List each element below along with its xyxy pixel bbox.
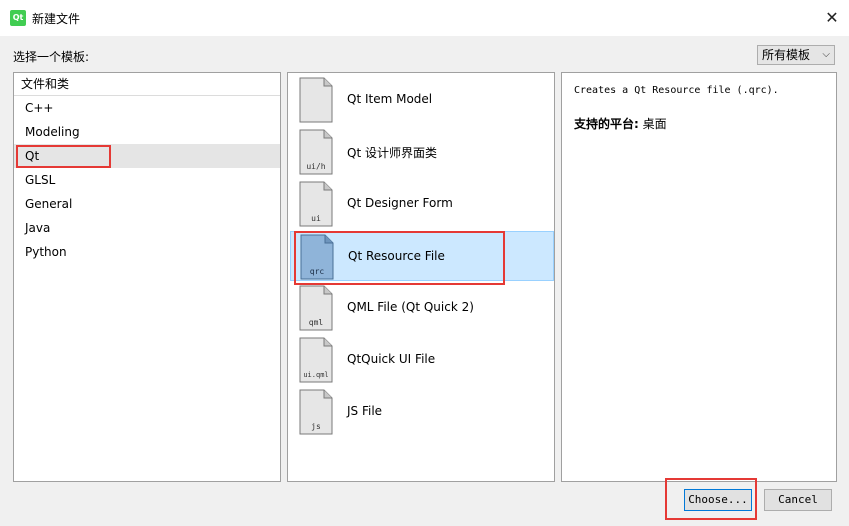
template-description: Creates a Qt Resource file (.qrc). [574, 85, 779, 96]
svg-text:qml: qml [309, 318, 324, 327]
js-file-icon: js [299, 389, 333, 435]
file-item-label: Qt Item Model [347, 92, 433, 106]
category-header: 文件和类 [14, 73, 280, 96]
category-item-modeling[interactable]: Modeling [14, 120, 280, 144]
choose-button[interactable]: Choose... [684, 489, 752, 511]
file-item-js-file[interactable]: js JS File [290, 387, 554, 437]
category-item-java[interactable]: Java [14, 216, 280, 240]
category-item-qt[interactable]: Qt [14, 144, 280, 168]
svg-text:ui: ui [311, 214, 321, 223]
cancel-button[interactable]: Cancel [764, 489, 832, 511]
svg-text:ui.qml: ui.qml [303, 371, 328, 379]
file-item-qt-resource-file[interactable]: qrc Qt Resource File [290, 231, 554, 281]
template-filter-value: 所有模板 [762, 48, 811, 62]
template-filter-dropdown[interactable]: 所有模板 ⌵ [757, 45, 835, 65]
title-bar: Qt 新建文件 ✕ [0, 0, 849, 36]
ui-h-file-icon: ui/h [299, 129, 333, 175]
file-item-label: QML File (Qt Quick 2) [347, 300, 474, 314]
category-item-general[interactable]: General [14, 192, 280, 216]
category-list[interactable]: 文件和类 C++ Modeling Qt GLSL General Java P… [13, 72, 281, 482]
file-item-qml-file[interactable]: qml QML File (Qt Quick 2) [290, 283, 554, 333]
category-item-glsl[interactable]: GLSL [14, 168, 280, 192]
file-item-qt-designer-class[interactable]: ui/h Qt 设计师界面类 [290, 127, 554, 177]
file-item-label: Qt 设计师界面类 [347, 146, 437, 160]
close-icon[interactable]: ✕ [818, 6, 846, 30]
qt-logo-icon: Qt [10, 10, 26, 26]
qml-file-icon: qml [299, 285, 333, 331]
svg-text:qrc: qrc [310, 267, 325, 276]
file-item-label: JS File [347, 404, 383, 418]
choose-template-label: 选择一个模板: [13, 50, 90, 64]
ui-file-icon: ui [299, 181, 333, 227]
svg-text:ui/h: ui/h [306, 162, 325, 171]
file-icon [299, 77, 333, 123]
description-panel: Creates a Qt Resource file (.qrc). 支持的平台… [561, 72, 837, 482]
file-item-qt-designer-form[interactable]: ui Qt Designer Form [290, 179, 554, 229]
svg-text:js: js [311, 422, 321, 431]
file-item-qtquick-ui-file[interactable]: ui.qml QtQuick UI File [290, 335, 554, 385]
category-item-python[interactable]: Python [14, 240, 280, 264]
platform-value: 桌面 [642, 117, 667, 131]
chevron-down-icon: ⌵ [822, 49, 830, 60]
file-item-label: Qt Resource File [348, 249, 445, 263]
window-title: 新建文件 [32, 12, 81, 26]
ui-qml-file-icon: ui.qml [299, 337, 333, 383]
supported-platforms: 支持的平台: 桌面 [574, 115, 667, 132]
file-item-qt-item-model[interactable]: Qt Item Model [290, 75, 554, 125]
file-type-list[interactable]: Qt Item Model ui/h Qt 设计师界面类 ui Qt Desig… [287, 72, 555, 482]
category-item-cpp[interactable]: C++ [14, 96, 280, 120]
qrc-file-icon: qrc [300, 234, 334, 280]
file-item-label: Qt Designer Form [347, 196, 453, 210]
platform-label: 支持的平台: [574, 117, 639, 131]
file-item-label: QtQuick UI File [347, 352, 436, 366]
